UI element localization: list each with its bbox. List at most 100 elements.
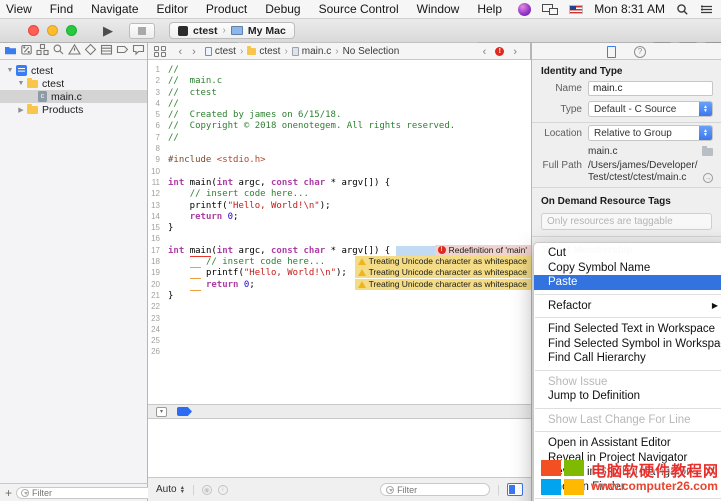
go-back-button[interactable]: ‹ bbox=[174, 46, 188, 58]
menu-item-window[interactable]: Window bbox=[408, 0, 469, 18]
displays-icon[interactable] bbox=[542, 4, 558, 15]
code-line[interactable]: 22 bbox=[148, 301, 531, 312]
console-filter-field[interactable] bbox=[380, 483, 490, 496]
file-inspector-tab[interactable] bbox=[607, 46, 616, 58]
info-icon[interactable]: i bbox=[218, 485, 228, 495]
context-menu-item-refactor[interactable]: Refactor▶ bbox=[534, 299, 721, 314]
code-line[interactable]: 6// Copyright © 2018 onenotegem. All rig… bbox=[148, 120, 531, 131]
zoom-window-button[interactable] bbox=[66, 25, 77, 36]
code-line[interactable]: 1// bbox=[148, 64, 531, 75]
debug-console[interactable] bbox=[148, 419, 531, 477]
breadcrumb-ctest[interactable]: ctest bbox=[247, 46, 280, 57]
menu-item-view[interactable]: View bbox=[0, 0, 41, 18]
tree-item-products[interactable]: ▶Products bbox=[0, 103, 147, 116]
context-menu-item-find-call-hierarchy[interactable]: Find Call Hierarchy bbox=[534, 351, 721, 366]
collapse-debug-icon[interactable]: ▾ bbox=[156, 407, 167, 417]
disclosure-closed-icon[interactable]: ▶ bbox=[17, 106, 25, 114]
code-line[interactable]: 10 bbox=[148, 166, 531, 177]
inline-warning-annotation[interactable]: Treating Unicode character as whitespace bbox=[355, 256, 531, 267]
menu-item-source-control[interactable]: Source Control bbox=[310, 0, 408, 18]
code-line[interactable]: 12 // insert code here... bbox=[148, 188, 531, 199]
menu-item-find[interactable]: Find bbox=[41, 0, 82, 18]
name-field[interactable] bbox=[588, 81, 713, 96]
menu-item-navigate[interactable]: Navigate bbox=[82, 0, 147, 18]
disclosure-open-icon[interactable]: ▼ bbox=[17, 80, 25, 87]
code-line[interactable]: 18 // insert code here...Treating Unicod… bbox=[148, 256, 531, 267]
menu-item-editor[interactable]: Editor bbox=[148, 0, 197, 18]
tree-item-ctest[interactable]: ▼ctest bbox=[0, 77, 147, 90]
related-items-icon[interactable] bbox=[154, 46, 166, 58]
breadcrumb-ctest[interactable]: ctest bbox=[205, 46, 236, 57]
scope-stepper-icon[interactable]: ▲▼ bbox=[180, 486, 185, 494]
code-line[interactable]: 15} bbox=[148, 222, 531, 233]
source-editor[interactable]: 1//2// main.c3// ctest4//5// Created by … bbox=[148, 60, 531, 404]
code-line[interactable]: 25 bbox=[148, 335, 531, 346]
siri-icon[interactable] bbox=[518, 3, 531, 16]
code-line[interactable]: 26 bbox=[148, 346, 531, 357]
minimize-window-button[interactable] bbox=[47, 25, 58, 36]
previous-issue-button[interactable]: ‹ bbox=[478, 46, 492, 58]
breakpoint-tag-icon[interactable] bbox=[177, 407, 192, 416]
reports-icon[interactable] bbox=[132, 43, 145, 61]
console-filter-input[interactable] bbox=[397, 485, 484, 495]
code-line[interactable]: 14 return 0; bbox=[148, 211, 531, 222]
code-line[interactable]: 9#include <stdio.h> bbox=[148, 154, 531, 165]
scheme-selector[interactable]: ctest › My Mac bbox=[169, 22, 295, 39]
context-menu-item-jump-to-definition[interactable]: Jump to Definition bbox=[534, 389, 721, 404]
tree-item-ctest[interactable]: ▼ctest bbox=[0, 64, 147, 77]
add-button[interactable]: + bbox=[5, 488, 12, 498]
spotlight-icon[interactable] bbox=[676, 3, 689, 16]
run-button[interactable]: ▶ bbox=[103, 23, 113, 39]
code-line[interactable]: 4// bbox=[148, 98, 531, 109]
notification-center-icon[interactable] bbox=[700, 3, 713, 16]
inline-warning-annotation[interactable]: Treating Unicode character as whitespace bbox=[355, 279, 531, 290]
odr-tags-field[interactable]: Only resources are taggable bbox=[541, 213, 712, 230]
location-dropdown[interactable]: Relative to Group ▲▼ bbox=[588, 125, 713, 141]
issues-icon[interactable] bbox=[68, 43, 81, 61]
context-menu-item-cut[interactable]: Cut bbox=[534, 246, 721, 261]
code-line[interactable]: 21} bbox=[148, 290, 531, 301]
context-menu-item-find-selected-text-in-workspace[interactable]: Find Selected Text in Workspace bbox=[534, 322, 721, 337]
code-line[interactable]: 16 bbox=[148, 233, 531, 244]
code-line[interactable]: 23 bbox=[148, 313, 531, 324]
disclosure-open-icon[interactable]: ▼ bbox=[6, 67, 14, 74]
menu-item-product[interactable]: Product bbox=[197, 0, 256, 18]
us-flag-icon[interactable] bbox=[569, 5, 583, 14]
console-view-toggle[interactable] bbox=[507, 483, 523, 496]
type-dropdown[interactable]: Default - C Source ▲▼ bbox=[588, 101, 713, 117]
context-menu-item-find-selected-symbol-in-workspace[interactable]: Find Selected Symbol in Workspace bbox=[534, 337, 721, 352]
tests-icon[interactable] bbox=[84, 43, 97, 61]
inline-warning-annotation[interactable]: Treating Unicode character as whitespace bbox=[355, 267, 531, 278]
context-menu-item-copy-symbol-name[interactable]: Copy Symbol Name bbox=[534, 261, 721, 276]
choose-folder-icon[interactable] bbox=[702, 148, 713, 156]
code-line[interactable]: 8 bbox=[148, 143, 531, 154]
code-line[interactable]: 2// main.c bbox=[148, 75, 531, 86]
code-line[interactable]: 13 printf("Hello, World!\n"); bbox=[148, 200, 531, 211]
debug-icon[interactable] bbox=[100, 43, 113, 61]
filter-variables-icon[interactable]: ◉ bbox=[202, 485, 212, 495]
symbols-icon[interactable] bbox=[36, 43, 49, 61]
tree-item-main-c[interactable]: cmain.c bbox=[0, 90, 147, 103]
code-line[interactable]: 19 printf("Hello, World!\n");Treating Un… bbox=[148, 267, 531, 278]
close-window-button[interactable] bbox=[28, 25, 39, 36]
code-line[interactable]: 7// bbox=[148, 132, 531, 143]
search-icon[interactable] bbox=[52, 43, 65, 61]
menu-bar-clock[interactable]: Mon 8:31 AM bbox=[594, 2, 665, 16]
context-menu-item-paste[interactable]: Paste bbox=[534, 275, 721, 290]
context-menu-item-open-in-assistant-editor[interactable]: Open in Assistant Editor bbox=[534, 436, 721, 451]
stop-button[interactable] bbox=[129, 23, 155, 39]
menu-item-debug[interactable]: Debug bbox=[256, 0, 309, 18]
next-issue-button[interactable]: › bbox=[508, 46, 522, 58]
open-in-finder-arrow-icon[interactable]: → bbox=[703, 173, 713, 183]
breadcrumb-main-c[interactable]: main.c bbox=[292, 46, 331, 57]
code-line[interactable]: 17int main(int argc, const char * argv[]… bbox=[148, 245, 531, 256]
code-line[interactable]: 11int main(int argc, const char * argv[]… bbox=[148, 177, 531, 188]
menu-item-help[interactable]: Help bbox=[468, 0, 511, 18]
variables-view-scope[interactable]: Auto bbox=[156, 484, 177, 495]
breakpoints-icon[interactable] bbox=[116, 43, 129, 61]
code-line[interactable]: 24 bbox=[148, 324, 531, 335]
issue-error-icon[interactable]: ! bbox=[495, 47, 504, 56]
go-forward-button[interactable]: › bbox=[187, 46, 201, 58]
navigator-filter-input[interactable] bbox=[32, 488, 149, 498]
code-line[interactable]: 20 return 0;Treating Unicode character a… bbox=[148, 279, 531, 290]
